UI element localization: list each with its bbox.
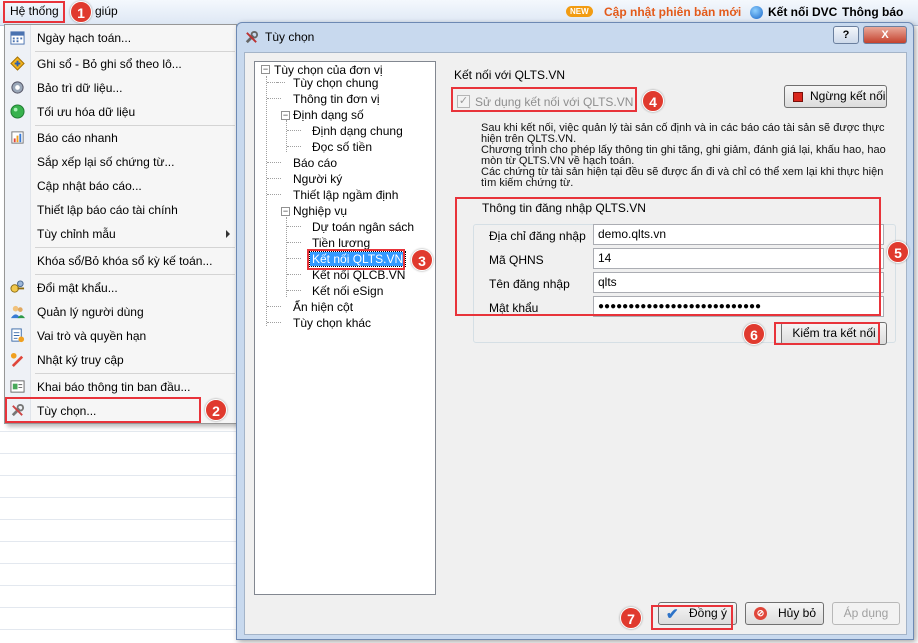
quick-report-icon xyxy=(11,131,24,144)
tree-item-general-format[interactable]: Định dạng chung xyxy=(312,124,403,138)
tree-item-unit-info[interactable]: Thông tin đơn vị xyxy=(293,92,380,106)
callout-4: 4 xyxy=(642,90,664,112)
update-link[interactable]: Cập nhật phiên bản mới xyxy=(604,5,741,19)
callout-3: 3 xyxy=(411,249,433,271)
tree-item-signers[interactable]: Người ký xyxy=(293,172,342,186)
callout-5: 5 xyxy=(887,241,909,263)
tree-root[interactable]: Tùy chọn của đơn vị xyxy=(274,63,383,77)
highlight-use-connection xyxy=(451,87,637,112)
callout-6: 6 xyxy=(743,323,765,345)
menu-item-lock-period[interactable]: Khóa sổ/Bỏ khóa sổ kỳ kế toán... xyxy=(5,249,236,273)
highlight-options-item xyxy=(5,397,201,423)
help-button[interactable]: ? xyxy=(833,26,859,44)
menu-item-user-management[interactable]: Quản lý người dùng xyxy=(5,300,236,324)
cancel-icon: ⊘ xyxy=(754,607,767,620)
system-dropdown-menu: Ngày hạch toán... Ghi sổ - Bỏ ghi sổ the… xyxy=(4,24,237,424)
menu-item-label: Đổi mật khẩu... xyxy=(37,281,118,295)
tree-item-column-visibility[interactable]: Ẩn hiện cột xyxy=(293,300,353,314)
access-log-icon xyxy=(10,352,24,367)
callout-7: 7 xyxy=(620,607,642,629)
menu-item-label: Báo cáo nhanh xyxy=(37,131,118,145)
menu-item-financial-report-setup[interactable]: Thiết lập báo cáo tài chính xyxy=(5,198,236,222)
menu-item-label: Khóa sổ/Bỏ khóa sổ kỳ kế toán... xyxy=(37,254,213,268)
tree-item-number-format[interactable]: Định dạng số xyxy=(293,108,364,122)
menu-item-renumber-vouchers[interactable]: Sắp xếp lại số chứng từ... xyxy=(5,150,236,174)
tree-item-salary[interactable]: Tiền lương xyxy=(312,236,370,250)
tree-item-qlcb-connection[interactable]: Kết nối QLCB.VN xyxy=(312,268,405,282)
users-icon xyxy=(10,305,25,319)
dvc-link[interactable]: Kết nối DVC xyxy=(768,5,837,19)
callout-1: 1 xyxy=(70,1,92,23)
highlight-system-menu xyxy=(3,1,65,23)
globe-icon xyxy=(750,6,763,19)
menu-item-label: Quản lý người dùng xyxy=(37,305,144,319)
tree-item-reports[interactable]: Báo cáo xyxy=(293,156,337,170)
collapse-toggle-icon[interactable]: − xyxy=(281,111,290,120)
disconnect-button[interactable]: Ngừng kết nối xyxy=(784,85,887,108)
tree-item-read-amount[interactable]: Đọc số tiền xyxy=(312,140,372,154)
cancel-label: Hủy bỏ xyxy=(778,606,817,620)
menu-item-access-log[interactable]: Nhật ký truy cập xyxy=(5,348,236,372)
calendar-icon xyxy=(10,31,25,45)
menu-item-customize-templates[interactable]: Tùy chỉnh mẫu xyxy=(5,222,236,246)
menu-item-quick-report[interactable]: Báo cáo nhanh xyxy=(5,126,236,150)
menu-item-label: Khai báo thông tin ban đầu... xyxy=(37,380,191,394)
highlight-tree-qlts xyxy=(307,249,405,270)
highlight-ok-button xyxy=(651,605,733,630)
menu-item-label: Ngày hạch toán... xyxy=(37,31,132,45)
menu-item-change-password[interactable]: Đổi mật khẩu... xyxy=(5,276,236,300)
menu-item-label: Bảo trì dữ liệu... xyxy=(37,81,123,95)
options-tree: − Tùy chọn của đơn vị Tùy chọn chung Thô… xyxy=(254,61,436,595)
menu-item-data-maintenance[interactable]: Bảo trì dữ liệu... xyxy=(5,76,236,100)
highlight-check-connection xyxy=(774,322,880,345)
menu-item-label: Tối ưu hóa dữ liệu xyxy=(37,105,136,119)
tree-item-esign-connection[interactable]: Kết nối eSign xyxy=(312,284,383,298)
menu-item-label: Sắp xếp lại số chứng từ... xyxy=(37,155,175,169)
menu-item-update-reports[interactable]: Cập nhật báo cáo... xyxy=(5,174,236,198)
menu-item-label: Ghi sổ - Bỏ ghi sổ theo lô... xyxy=(37,57,182,71)
new-badge: NEW xyxy=(566,6,593,17)
post-ledger-icon xyxy=(10,56,25,71)
close-button[interactable]: X xyxy=(863,26,907,44)
roles-icon xyxy=(11,328,25,343)
menu-item-initial-setup[interactable]: Khai báo thông tin ban đầu... xyxy=(5,375,236,399)
notify-link[interactable]: Thông báo xyxy=(842,5,903,19)
menu-item-roles[interactable]: Vai trò và quyền hạn xyxy=(5,324,236,348)
disconnect-label: Ngừng kết nối xyxy=(810,89,886,103)
menu-item-label: Cập nhật báo cáo... xyxy=(37,179,142,193)
group-title: Kết nối với QLTS.VN xyxy=(454,68,566,82)
cancel-button[interactable]: ⊘ Hủy bỏ xyxy=(745,602,824,625)
collapse-toggle-icon[interactable]: − xyxy=(281,207,290,216)
tree-item-other-options[interactable]: Tùy chọn khác xyxy=(293,316,371,330)
menu-item-label: Nhật ký truy cập xyxy=(37,353,124,367)
tree-item-general[interactable]: Tùy chọn chung xyxy=(293,76,378,90)
menu-item-label: Tùy chỉnh mẫu xyxy=(37,227,116,241)
change-password-icon xyxy=(10,280,25,293)
menu-item-posting-date[interactable]: Ngày hạch toán... xyxy=(5,26,236,50)
menu-item-optimize-data[interactable]: Tối ưu hóa dữ liệu xyxy=(5,100,236,124)
tree-item-budget[interactable]: Dự toán ngân sách xyxy=(312,220,414,234)
stop-icon xyxy=(793,92,803,102)
description-line: tìm kiếm chứng từ. xyxy=(481,177,574,189)
collapse-toggle-icon[interactable]: − xyxy=(261,65,270,74)
dialog-title: Tùy chọn xyxy=(265,30,315,44)
options-icon xyxy=(245,30,259,44)
apply-button[interactable]: Áp dụng xyxy=(832,602,900,625)
menu-help[interactable]: giúp xyxy=(95,4,118,18)
optimize-icon xyxy=(10,104,25,119)
tree-item-defaults[interactable]: Thiết lập ngầm định xyxy=(293,188,398,202)
highlight-login-info xyxy=(455,197,881,316)
menu-item-label: Thiết lập báo cáo tài chính xyxy=(37,203,178,217)
submenu-arrow-icon xyxy=(226,230,230,238)
callout-2: 2 xyxy=(205,399,227,421)
tree-item-operations[interactable]: Nghiệp vụ xyxy=(293,204,347,218)
initial-setup-icon xyxy=(10,380,25,393)
menu-item-batch-posting[interactable]: Ghi sổ - Bỏ ghi sổ theo lô... xyxy=(5,52,236,76)
menu-item-label: Vai trò và quyền hạn xyxy=(37,329,147,343)
maintenance-icon xyxy=(11,81,24,94)
